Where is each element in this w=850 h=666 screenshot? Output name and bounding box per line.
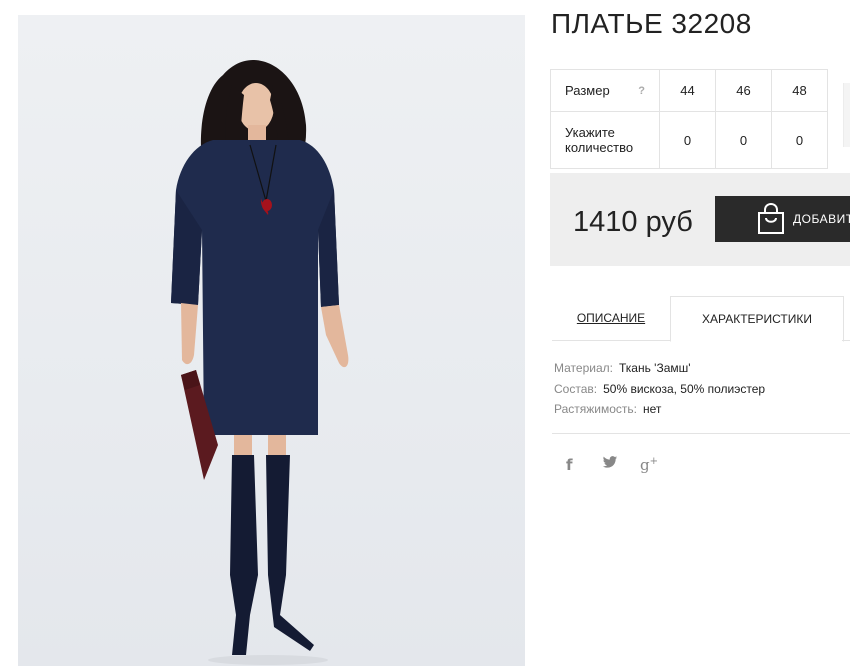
tab-underline <box>552 340 670 341</box>
size-option-46[interactable]: 46 <box>715 69 772 112</box>
property-value: нет <box>643 402 662 416</box>
characteristics-list: Материал: Ткань 'Замш' Состав: 50% вискоза… <box>554 358 765 420</box>
size-row: Размер ? 44 46 48 <box>550 69 828 112</box>
google-plus-letter: g <box>640 456 650 474</box>
add-to-cart-label: ДОБАВИТ <box>793 212 850 226</box>
size-label-cell: Размер ? <box>550 69 660 112</box>
size-quantity-table: Размер ? 44 46 48 Укажите количество 0 0… <box>550 69 828 169</box>
product-title: ПЛАТЬЕ 32208 <box>551 8 752 39</box>
size-option-48[interactable]: 48 <box>771 69 828 112</box>
product-photo[interactable] <box>18 15 525 666</box>
quantity-label: Укажите количество <box>550 111 660 169</box>
property-key: Материал: <box>554 361 613 375</box>
tab-description[interactable]: ОПИСАНИЕ <box>552 296 670 340</box>
table-scroll-edge[interactable] <box>843 83 850 147</box>
shopping-bag-icon <box>757 203 785 235</box>
google-plus-sup: + <box>649 456 658 467</box>
size-label: Размер <box>565 83 610 98</box>
twitter-icon[interactable] <box>602 456 640 474</box>
section-divider <box>552 433 850 434</box>
model-in-dress-image <box>171 60 349 665</box>
tab-characteristics[interactable]: ХАРАКТЕРИСТИКИ <box>670 296 844 342</box>
google-plus-icon[interactable]: g+ <box>640 456 658 474</box>
price-box: 1410 руб ДОБАВИТ <box>550 173 850 266</box>
property-value: Ткань 'Замш' <box>618 361 691 375</box>
property-key: Состав: <box>554 381 598 396</box>
product-price: 1410 руб <box>573 206 693 238</box>
social-share: f g+ <box>566 456 658 474</box>
property-value: 50% вискоза, 50% полиэстер <box>603 381 766 396</box>
property-row: Состав: 50% вискоза, 50% полиэстер <box>554 379 765 400</box>
add-to-cart-button[interactable]: ДОБАВИТ <box>715 196 850 242</box>
property-row: Растяжимость: нет <box>554 399 765 420</box>
quantity-input-46[interactable]: 0 <box>715 111 772 169</box>
property-row: Материал: Ткань 'Замш' <box>554 358 765 379</box>
quantity-input-44[interactable]: 0 <box>659 111 716 169</box>
size-help-icon[interactable]: ? <box>638 85 645 97</box>
property-key: Растяжимость: <box>554 402 638 416</box>
product-tabs: ОПИСАНИЕ ХАРАКТЕРИСТИКИ <box>552 296 850 342</box>
quantity-row: Укажите количество 0 0 0 <box>550 111 828 169</box>
facebook-icon[interactable]: f <box>566 456 602 474</box>
size-option-44[interactable]: 44 <box>659 69 716 112</box>
tab-underline-right <box>842 340 850 341</box>
quantity-input-48[interactable]: 0 <box>771 111 828 169</box>
